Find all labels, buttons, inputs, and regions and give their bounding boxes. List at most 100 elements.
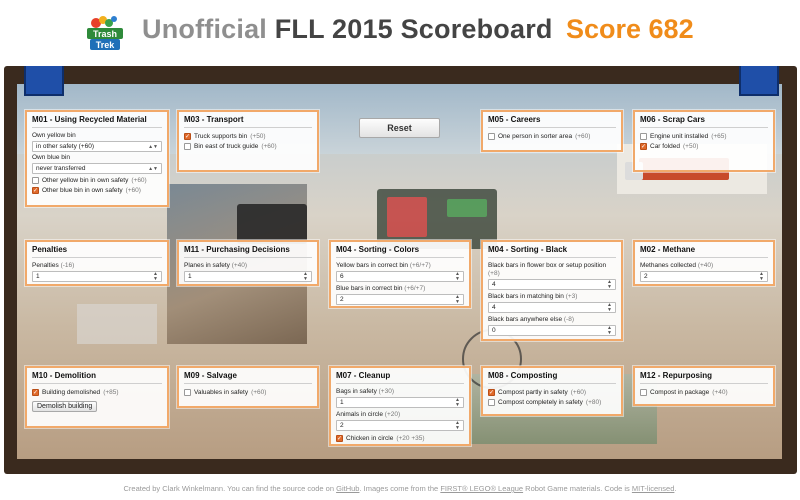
check-icon: ✓ [32, 389, 39, 396]
mission-m04-black-panel: M04 - Sorting - Black Black bars in flow… [481, 240, 623, 341]
checkbox-row[interactable]: ✓ Car folded (+50) [640, 142, 768, 151]
spinner-icon[interactable]: ▲ ▼ [303, 271, 308, 282]
check-icon: ✓ [32, 187, 39, 194]
spinner-icon[interactable]: ▲ ▼ [607, 325, 612, 336]
spinner-icon[interactable]: ▲ ▼ [153, 271, 158, 282]
checkbox-checked[interactable]: ✓ [184, 133, 191, 140]
spinner-icon[interactable]: ▲ ▼ [607, 279, 612, 290]
mission-m11-panel: M11 - Purchasing Decisions Planes in saf… [177, 240, 319, 286]
checkbox[interactable] [488, 133, 495, 140]
penalties-number-input[interactable]: 1 ▲ ▼ [32, 271, 162, 282]
reset-button[interactable]: Reset [359, 118, 440, 138]
checkbox[interactable] [184, 389, 191, 396]
points-label: (+60) [125, 187, 141, 194]
panel-title: M08 - Composting [488, 371, 616, 384]
mission-m02-panel: M02 - Methane Methanes collected (+40) 2… [633, 240, 775, 286]
checkbox[interactable] [640, 389, 647, 396]
field-label: Yellow bars in correct bin (+6/+7) [336, 262, 431, 269]
mission-m12-panel: M12 - Repurposing Compost in package (+4… [633, 366, 775, 406]
checkbox-row[interactable]: ✓ Truck supports bin (+50) [184, 132, 312, 141]
mission-m05-panel: M05 - Careers One person in sorter area … [481, 110, 623, 152]
field-label: Penalties (-16) [32, 262, 75, 269]
checkbox-row[interactable]: ✓ Chicken in circle (+20 +35) [336, 434, 464, 443]
spinner-icon[interactable]: ▲ ▼ [455, 294, 460, 305]
panel-title: M05 - Careers [488, 115, 616, 128]
bags-number-input[interactable]: 1 ▲ ▼ [336, 397, 464, 408]
black-bars-matching-number-input[interactable]: 4 ▲ ▼ [488, 302, 616, 313]
points-label: (+60) [570, 389, 587, 396]
number-value: 2 [644, 273, 648, 280]
footer-text: Robot Game materials. Code is [523, 484, 632, 493]
github-link[interactable]: GitHub [336, 484, 359, 493]
title-prefix: Unofficial [142, 14, 268, 44]
checkbox[interactable] [488, 399, 495, 406]
number-value: 4 [492, 304, 496, 311]
checkbox-row[interactable]: Bin east of truck guide (+60) [184, 142, 312, 151]
black-bars-elsewhere-number-input[interactable]: 0 ▲ ▼ [488, 325, 616, 336]
checkbox-checked[interactable]: ✓ [336, 435, 343, 442]
panel-title: M12 - Repurposing [640, 371, 768, 384]
points-label: (+65) [711, 133, 727, 140]
planes-number-input[interactable]: 1 ▲ ▼ [184, 271, 312, 282]
checkbox[interactable] [32, 177, 39, 184]
checkbox-row[interactable]: Other yellow bin in own safety (+60) [32, 176, 162, 185]
demolish-building-button[interactable]: Demolish building [32, 401, 98, 412]
checkbox-row[interactable]: ✓ Compost partly in safety (+60) [488, 388, 616, 397]
spinner-icon[interactable]: ▲ ▼ [759, 271, 764, 282]
checkbox-checked[interactable]: ✓ [488, 389, 495, 396]
checkbox-label: Other blue bin in own safety [42, 187, 123, 194]
spinner-icon[interactable]: ▲ ▼ [455, 271, 460, 282]
chevron-updown-icon: ▲▼ [148, 143, 158, 150]
checkbox[interactable] [184, 143, 191, 150]
check-icon: ✓ [640, 143, 647, 150]
checkbox-label: Building demolished [42, 389, 101, 396]
panel-title: M04 - Sorting - Black [488, 245, 616, 258]
total-score: Score 682 [566, 14, 694, 44]
spinner-icon[interactable]: ▲ ▼ [455, 420, 460, 431]
checkbox-label: Compost completely in safety [498, 399, 583, 406]
fll-link[interactable]: FIRST® LEGO® League [440, 484, 523, 493]
checkbox-row[interactable]: One person in sorter area (+60) [488, 132, 616, 141]
spinner-icon[interactable]: ▲ ▼ [607, 302, 612, 313]
checkbox-row[interactable]: ✓ Other blue bin in own safety (+60) [32, 186, 162, 195]
footer: Created by Clark Winkelmann. You can fin… [0, 484, 800, 493]
logo-art [77, 304, 157, 344]
field-label: Black bars in matching bin (+3) [488, 293, 578, 300]
checkbox-label: Other yellow bin in own safety [42, 177, 129, 184]
check-icon: ✓ [184, 133, 191, 140]
methanes-number-input[interactable]: 2 ▲ ▼ [640, 271, 768, 282]
checkbox-row[interactable]: Engine unit installed (+65) [640, 132, 768, 141]
mission-m01-panel: M01 - Using Recycled Material Own yellow… [25, 110, 169, 207]
points-label: (+60) [575, 133, 591, 140]
checkbox-checked[interactable]: ✓ [32, 389, 39, 396]
blue-bars-number-input[interactable]: 2 ▲ ▼ [336, 294, 464, 305]
checkbox-label: Compost in package [650, 389, 710, 396]
checkbox-row[interactable]: Compost in package (+40) [640, 388, 768, 397]
checkbox-checked[interactable]: ✓ [32, 187, 39, 194]
yellow-bars-number-input[interactable]: 6 ▲ ▼ [336, 271, 464, 282]
animals-number-input[interactable]: 2 ▲ ▼ [336, 420, 464, 431]
checkbox-label: Compost partly in safety [498, 389, 568, 396]
mission-m08-panel: M08 - Composting ✓ Compost partly in saf… [481, 366, 623, 416]
robot-model-art [237, 204, 307, 244]
black-bars-flowerbox-number-input[interactable]: 4 ▲ ▼ [488, 279, 616, 290]
checkbox-row[interactable]: ✓ Building demolished (+85) [32, 388, 162, 397]
penalties-panel: Penalties Penalties (-16) 1 ▲ ▼ [25, 240, 169, 286]
own-blue-bin-select[interactable]: never transferred ▲▼ [32, 163, 162, 174]
mission-m03-panel: M03 - Transport ✓ Truck supports bin (+5… [177, 110, 319, 172]
footer-text: . Images come from the [359, 484, 441, 493]
mit-license-link[interactable]: MIT-licensed [632, 484, 675, 493]
spinner-icon[interactable]: ▲ ▼ [455, 397, 460, 408]
checkbox-checked[interactable]: ✓ [640, 143, 647, 150]
field-label: Own yellow bin [32, 132, 76, 139]
footer-text: Created by Clark Winkelmann. You can fin… [123, 484, 337, 493]
field-label: Blue bars in correct bin (+6/+7) [336, 285, 426, 292]
number-value: 2 [340, 422, 344, 429]
panel-title: M03 - Transport [184, 115, 312, 128]
mission-m07-panel: M07 - Cleanup Bags in safety (+30) 1 ▲ ▼ … [329, 366, 471, 446]
checkbox[interactable] [640, 133, 647, 140]
checkbox-row[interactable]: Valuables in safety (+60) [184, 388, 312, 397]
own-yellow-bin-select[interactable]: in other safety (+60) ▲▼ [32, 141, 162, 152]
checkbox-row[interactable]: Compost completely in safety (+80) [488, 398, 616, 407]
field-label: Black bars anywhere else (-8) [488, 316, 574, 323]
